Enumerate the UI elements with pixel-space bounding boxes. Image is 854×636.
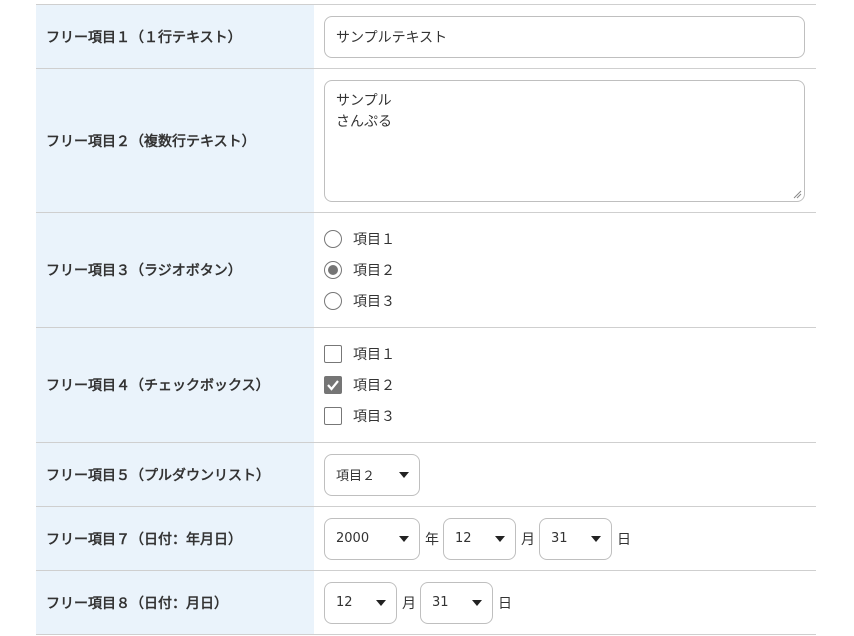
form-table: フリー項目１（１行テキスト） サンプルテキスト フリー項目２（複数行テキスト） … xyxy=(36,0,816,635)
row-free-item-2: フリー項目２（複数行テキスト） サンプル さんぷる xyxy=(36,69,816,213)
caret-down-icon xyxy=(376,599,386,606)
month-select[interactable]: 12 xyxy=(443,517,516,560)
day-unit: 日 xyxy=(498,595,512,612)
checkbox-label: 項目２ xyxy=(353,378,395,394)
checkbox-option-1[interactable]: 項目１ xyxy=(324,339,805,370)
value-cell-free-item-8: 12 月 31 日 xyxy=(314,571,816,634)
day-value: 31 xyxy=(551,531,568,546)
date-md-group: 12 月 31 日 xyxy=(324,581,805,624)
resize-grip-icon[interactable] xyxy=(793,190,802,199)
checkbox-group: 項目１ 項目２ 項目３ xyxy=(314,328,816,442)
checkbox-option-3[interactable]: 項目３ xyxy=(324,401,805,432)
textarea-line: サンプル xyxy=(336,92,392,109)
check-icon xyxy=(327,380,339,391)
year-value: 2000 xyxy=(336,531,370,546)
caret-down-icon xyxy=(495,535,505,542)
year-unit: 年 xyxy=(425,531,439,548)
label-free-item-8: フリー項目８（日付：月日） xyxy=(36,571,314,634)
month-unit: 月 xyxy=(521,531,535,548)
free-item-1-text-value: サンプルテキスト xyxy=(336,29,448,46)
radio-label: 項目１ xyxy=(353,232,395,248)
row-free-item-3: フリー項目３（ラジオボタン） 項目１ 項目２ 項目３ xyxy=(36,213,816,328)
value-cell-free-item-7: 2000 年 12 月 31 日 xyxy=(314,507,816,570)
label-free-item-2: フリー項目２（複数行テキスト） xyxy=(36,69,314,212)
radio-group: 項目１ 項目２ 項目３ xyxy=(314,213,816,327)
label-free-item-7: フリー項目７（日付：年月日） xyxy=(36,507,314,570)
caret-down-icon xyxy=(399,535,409,542)
month-unit: 月 xyxy=(402,595,416,612)
row-free-item-4: フリー項目４（チェックボックス） 項目１ 項目２ 項目３ xyxy=(36,328,816,443)
date-ymd-group: 2000 年 12 月 31 日 xyxy=(324,517,805,560)
day-select[interactable]: 31 xyxy=(420,581,493,624)
year-select[interactable]: 2000 xyxy=(324,517,420,560)
textarea-line: さんぷる xyxy=(336,113,392,130)
radio-option-1[interactable]: 項目１ xyxy=(324,224,805,255)
free-item-1-text-input[interactable]: サンプルテキスト xyxy=(324,15,805,58)
checkbox[interactable] xyxy=(324,345,342,363)
value-cell-free-item-2: サンプル さんぷる xyxy=(314,69,816,212)
caret-down-icon xyxy=(591,535,601,542)
checkbox-option-2[interactable]: 項目２ xyxy=(324,370,805,401)
label-free-item-5: フリー項目５（プルダウンリスト） xyxy=(36,443,314,506)
radio-label: 項目３ xyxy=(353,294,395,310)
month-select[interactable]: 12 xyxy=(324,581,397,624)
checkbox[interactable] xyxy=(324,407,342,425)
value-cell-free-item-5: 項目２ xyxy=(314,443,816,506)
checkbox-label: 項目３ xyxy=(353,409,395,425)
month-value: 12 xyxy=(336,595,353,610)
label-free-item-1: フリー項目１（１行テキスト） xyxy=(36,5,314,68)
radio-label: 項目２ xyxy=(353,263,395,279)
row-free-item-1: フリー項目１（１行テキスト） サンプルテキスト xyxy=(36,4,816,69)
label-free-item-3: フリー項目３（ラジオボタン） xyxy=(36,213,314,327)
month-value: 12 xyxy=(455,531,472,546)
free-item-5-select[interactable]: 項目２ xyxy=(324,453,420,496)
caret-down-icon xyxy=(472,599,482,606)
caret-down-icon xyxy=(399,471,409,478)
value-cell-free-item-1: サンプルテキスト xyxy=(314,5,816,68)
day-value: 31 xyxy=(432,595,449,610)
label-free-item-4: フリー項目４（チェックボックス） xyxy=(36,328,314,442)
day-unit: 日 xyxy=(617,531,631,548)
radio-button[interactable] xyxy=(324,292,342,310)
select-value: 項目２ xyxy=(336,469,376,484)
radio-option-2[interactable]: 項目２ xyxy=(324,255,805,286)
radio-button[interactable] xyxy=(324,230,342,248)
checkbox-checked[interactable] xyxy=(324,376,342,394)
row-free-item-7: フリー項目７（日付：年月日） 2000 年 12 月 31 日 xyxy=(36,507,816,571)
radio-option-3[interactable]: 項目３ xyxy=(324,286,805,317)
free-item-2-textarea[interactable]: サンプル さんぷる xyxy=(324,79,805,202)
row-free-item-8: フリー項目８（日付：月日） 12 月 31 日 xyxy=(36,571,816,635)
row-free-item-5: フリー項目５（プルダウンリスト） 項目２ xyxy=(36,443,816,507)
radio-button-selected[interactable] xyxy=(324,261,342,279)
day-select[interactable]: 31 xyxy=(539,517,612,560)
checkbox-label: 項目１ xyxy=(353,347,395,363)
